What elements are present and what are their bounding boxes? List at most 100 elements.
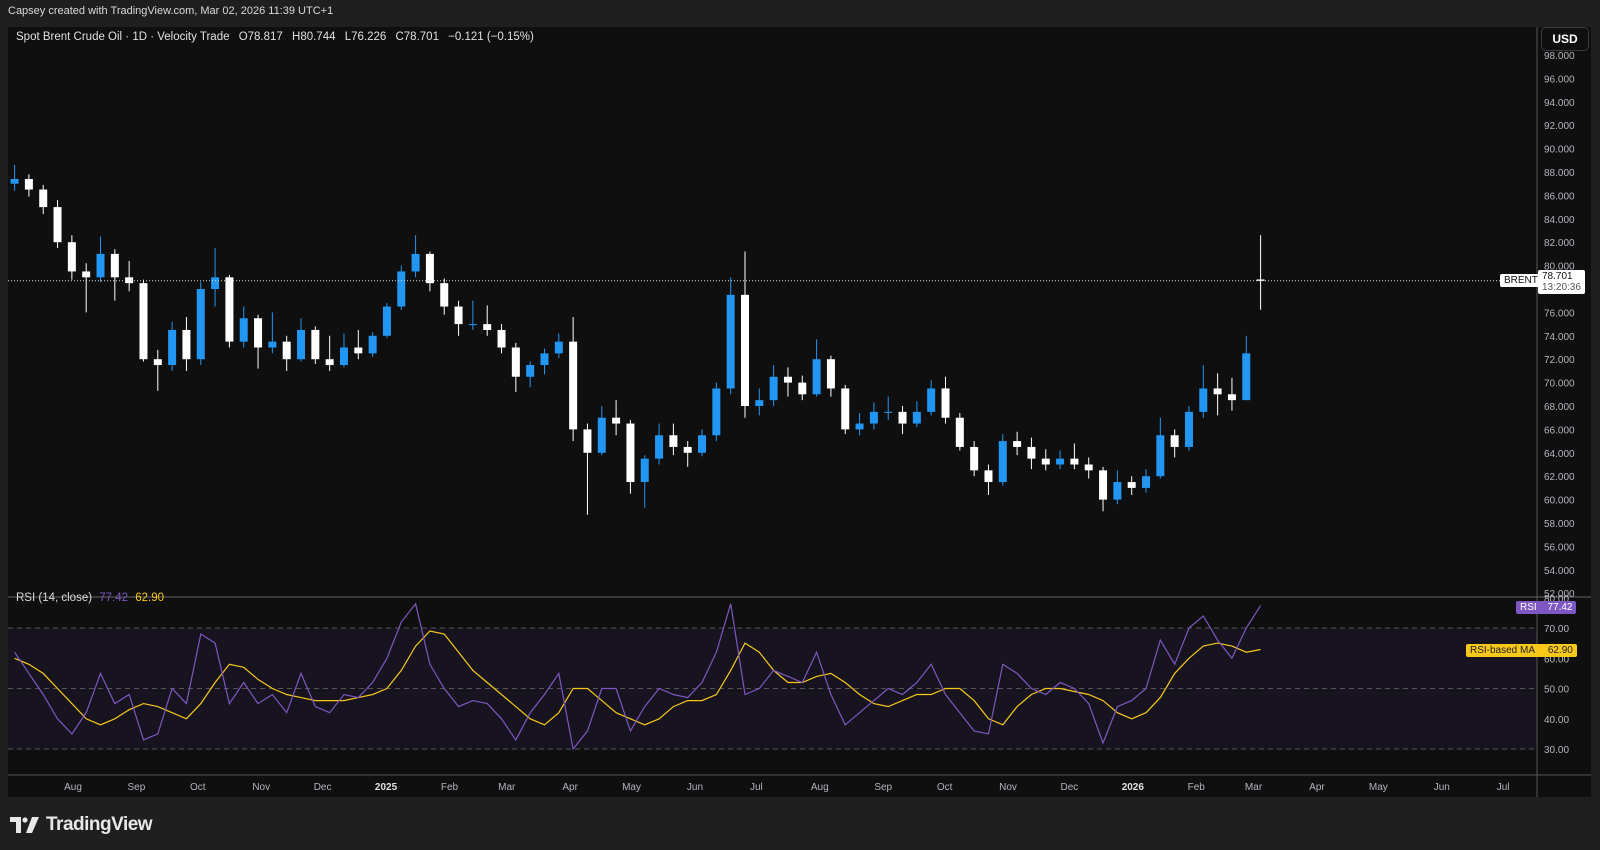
time-tick-label: Nov [999, 782, 1017, 793]
candle [869, 402, 878, 430]
price-tick-label: 96.000 [1544, 74, 1575, 85]
candle [855, 413, 864, 436]
symbol-price-tag: BRENT [1500, 274, 1542, 287]
candle-body [927, 388, 936, 412]
chart-canvas[interactable]: 98.000 96.000 94.000 92.000 90.000 88.000 86.0… [0, 0, 1600, 850]
candle [67, 235, 76, 280]
candle [182, 317, 191, 371]
candle [755, 388, 764, 416]
candle [826, 355, 835, 397]
candle [1099, 466, 1108, 512]
legend-change: −0.121 (−0.15%) [448, 31, 534, 43]
last-price-value: 78.701 [1542, 271, 1573, 282]
candle-body [96, 253, 105, 278]
candle [1199, 365, 1208, 418]
candle-body [626, 423, 635, 483]
candle [970, 441, 979, 477]
time-tick-label: Aug [64, 782, 82, 793]
rsi-tick-label: 70.00 [1544, 624, 1569, 635]
candle [225, 274, 234, 348]
candle [239, 306, 248, 348]
time-tick-label: Sep [128, 782, 146, 793]
candle [812, 339, 821, 397]
candle-body [998, 441, 1007, 483]
candle-body [540, 353, 549, 366]
candle [1142, 469, 1151, 493]
legend-open: O78.817 [238, 31, 283, 43]
rsi-legend[interactable]: RSI (14, close) 77.42 62.90 [16, 592, 164, 604]
candle [669, 423, 678, 456]
candle-body [884, 411, 893, 413]
candle [454, 300, 463, 336]
candle-body [755, 400, 764, 406]
time-axis[interactable]: Aug Sep Oct Nov Dec 2025 Feb Mar Apr May Jun Jul Aug… [64, 782, 1509, 793]
candle-body [1070, 458, 1079, 465]
candle-body [698, 435, 707, 453]
currency-button[interactable]: USD [1541, 27, 1589, 51]
candle-body [368, 335, 377, 354]
candle-body [869, 411, 878, 424]
candle-body [1099, 470, 1108, 500]
candle-body [640, 458, 649, 483]
candle-body [1056, 458, 1065, 465]
candle [397, 265, 406, 311]
candle [1113, 470, 1122, 505]
price-tick-label: 62.000 [1544, 472, 1575, 483]
candle [153, 349, 162, 391]
candle [425, 251, 434, 292]
candle [468, 300, 477, 330]
price-tick-label: 64.000 [1544, 449, 1575, 460]
candle [297, 318, 306, 362]
time-tick-label: Nov [252, 782, 270, 793]
candle-body [483, 324, 492, 330]
candle-body [254, 318, 263, 348]
rsi-ma-axis-tag: RSI-based MA 62.90 [1466, 644, 1577, 657]
tradingview-logo[interactable]: TradingView [10, 814, 153, 836]
symbol-legend[interactable]: Spot Brent Crude Oil · 1D · Velocity Tra… [16, 31, 540, 43]
candle-body [841, 388, 850, 430]
candle [927, 380, 936, 416]
candle-body [1142, 476, 1151, 488]
candle [540, 348, 549, 375]
time-tick-label: Mar [1245, 782, 1263, 793]
candle [53, 200, 62, 249]
time-tick-label: Jul [1497, 782, 1510, 793]
candle-body [139, 283, 148, 360]
legend-low: L76.226 [344, 31, 387, 43]
candle [769, 365, 778, 406]
candle-body [898, 411, 907, 424]
time-tick-label: 2025 [375, 782, 398, 793]
candle [1156, 417, 1165, 479]
candle [1213, 373, 1222, 416]
rsi-tag-label: RSI [1520, 602, 1537, 613]
time-tick-label: May [1369, 782, 1388, 793]
candle [554, 333, 563, 359]
candle-body [1227, 394, 1236, 401]
candle-body [712, 388, 721, 436]
price-tick-label: 72.000 [1544, 355, 1575, 366]
rsi-axis[interactable]: 80.0070.0060.0050.0040.0030.00 [1544, 594, 1569, 756]
candle-body [669, 435, 678, 447]
candle [626, 420, 635, 494]
candle [411, 235, 420, 278]
time-tick-label: Oct [937, 782, 953, 793]
candle-body [655, 435, 664, 459]
candle-body [740, 294, 749, 406]
candle [526, 361, 535, 388]
candle-body [339, 347, 348, 366]
candle [640, 455, 649, 508]
price-tick-label: 88.000 [1544, 168, 1575, 179]
time-tick-label: Feb [441, 782, 459, 793]
candle [612, 400, 621, 436]
candle [354, 329, 363, 360]
candle-body [39, 189, 48, 208]
price-tick-label: 94.000 [1544, 98, 1575, 109]
candle [1227, 377, 1236, 411]
candle [497, 324, 506, 354]
candle [726, 277, 735, 395]
candle [96, 236, 105, 282]
candle-body [1084, 464, 1093, 471]
candle-body [153, 359, 162, 366]
candle-body [1170, 435, 1179, 447]
price-axis[interactable]: 98.000 96.000 94.000 92.000 90.000 88.000 86.0… [1544, 51, 1575, 600]
